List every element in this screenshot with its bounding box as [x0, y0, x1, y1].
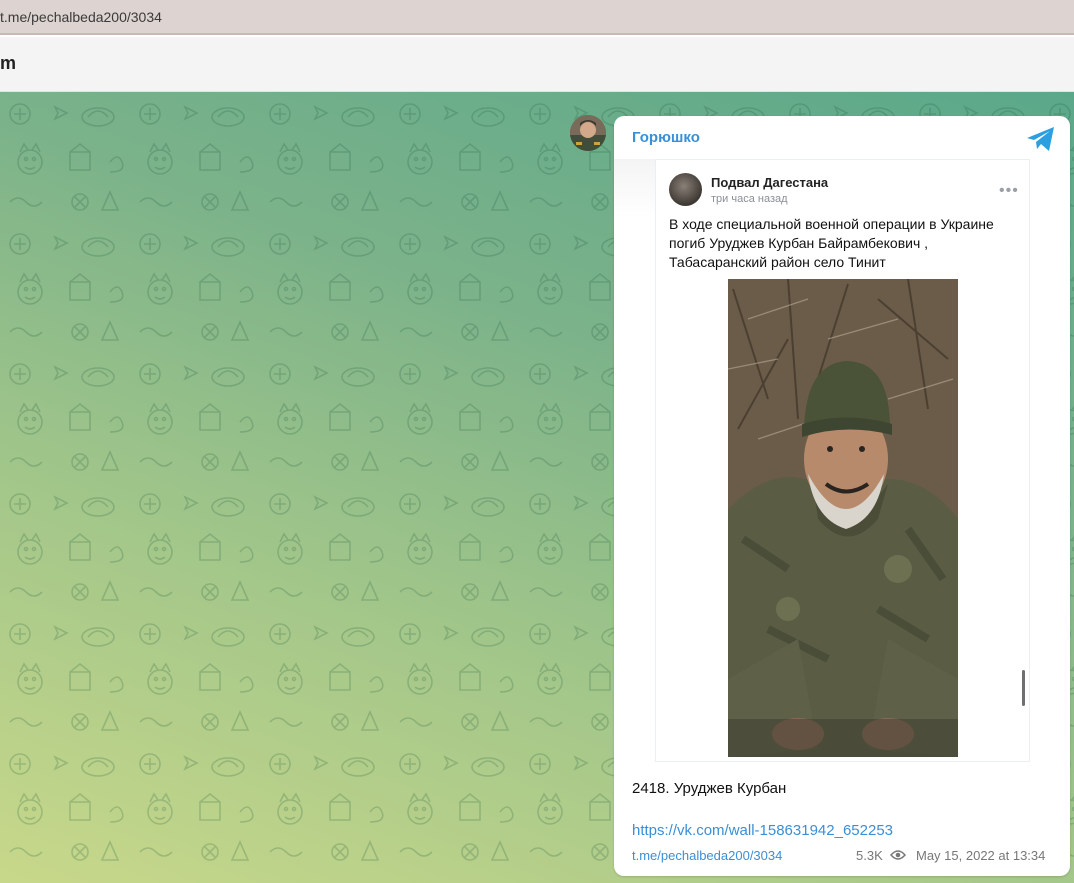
- telegram-icon[interactable]: [1026, 126, 1056, 152]
- avatar-image: [570, 115, 606, 151]
- sender-name[interactable]: Горюшко: [632, 129, 700, 146]
- post-photo[interactable]: [728, 279, 958, 757]
- post-time: три часа назад: [711, 193, 788, 205]
- url-text[interactable]: t.me/pechalbeda200/3034: [0, 9, 162, 25]
- page-header: m: [0, 37, 1074, 92]
- message-bubble: Горюшко Подвал Дагестана три часа назад …: [614, 116, 1070, 876]
- post-text: В ходе специальной военной операции в Ук…: [669, 216, 994, 270]
- eye-icon: [890, 850, 906, 860]
- view-count: 5.3K: [856, 848, 883, 863]
- more-icon[interactable]: •••: [999, 182, 1019, 200]
- embed-fade: [614, 159, 658, 219]
- header-title: m: [0, 53, 17, 73]
- vk-link[interactable]: https://vk.com/wall-158631942_652253: [632, 822, 893, 839]
- sender-avatar[interactable]: [570, 115, 606, 151]
- source-name[interactable]: Подвал Дагестана: [711, 175, 828, 190]
- message-permalink[interactable]: t.me/pechalbeda200/3034: [632, 848, 782, 863]
- message-caption: 2418. Уруджев Курбан: [632, 780, 787, 797]
- browser-address-bar[interactable]: t.me/pechalbeda200/3034: [0, 0, 1074, 35]
- embed-scrollbar[interactable]: [1022, 670, 1025, 706]
- message-date: May 15, 2022 at 13:34: [916, 848, 1046, 863]
- vk-embed[interactable]: Подвал Дагестана три часа назад ••• В хо…: [655, 159, 1030, 762]
- source-avatar[interactable]: [669, 173, 702, 206]
